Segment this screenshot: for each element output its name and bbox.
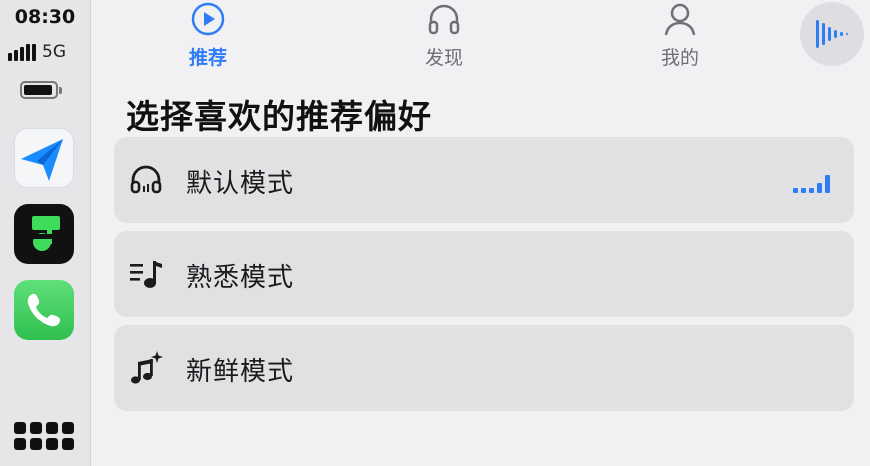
music-note-sparkle-icon <box>131 351 163 384</box>
now-playing-indicator-icon <box>793 173 830 193</box>
page-title: 选择喜欢的推荐偏好 <box>126 97 432 136</box>
battery-icon <box>20 81 62 99</box>
mode-default-label: 默认模式 <box>186 169 295 199</box>
app-library-grid-icon[interactable] <box>14 422 76 454</box>
tab-recommend-label: 推荐 <box>188 47 227 69</box>
status-time: 08:30 <box>14 6 76 28</box>
tab-mine-label: 我的 <box>660 47 699 69</box>
headphones-icon <box>130 165 162 194</box>
phone-app-icon[interactable] <box>14 280 74 340</box>
mode-default-row[interactable]: 默认模式 <box>114 137 854 223</box>
cellular-status: 5G <box>8 40 66 64</box>
tab-recommend[interactable]: 推荐 <box>148 0 268 76</box>
tab-discover[interactable]: 发现 <box>384 0 504 76</box>
maps-app-icon[interactable] <box>14 128 74 188</box>
phone-handset-icon <box>27 293 61 327</box>
mode-fresh-label: 新鲜模式 <box>186 357 295 387</box>
music-note-icon <box>26 216 60 251</box>
person-icon <box>664 3 696 36</box>
signal-strength-icon <box>8 43 36 61</box>
headphones-icon <box>428 4 460 35</box>
tab-mine[interactable]: 我的 <box>620 0 740 76</box>
mode-familiar-label: 熟悉模式 <box>186 263 295 293</box>
paper-plane-navigation-icon <box>21 139 63 181</box>
music-app-icon[interactable] <box>14 204 74 264</box>
network-type: 5G <box>42 42 66 62</box>
voice-assistant-button[interactable] <box>800 2 864 66</box>
play-circle-icon <box>191 2 225 36</box>
tab-discover-label: 发现 <box>424 47 463 69</box>
carplay-sidebar: 08:30 5G <box>0 0 91 466</box>
mode-familiar-row[interactable]: 熟悉模式 <box>114 231 854 317</box>
voice-waveform-icon <box>816 20 848 48</box>
list-music-icon <box>130 261 162 288</box>
mode-fresh-row[interactable]: 新鲜模式 <box>114 325 854 411</box>
carplay-screen: 08:30 5G 推荐 发现 我的 选择喜欢的推荐偏好 默认模式 熟悉模式 新鲜… <box>0 0 870 466</box>
